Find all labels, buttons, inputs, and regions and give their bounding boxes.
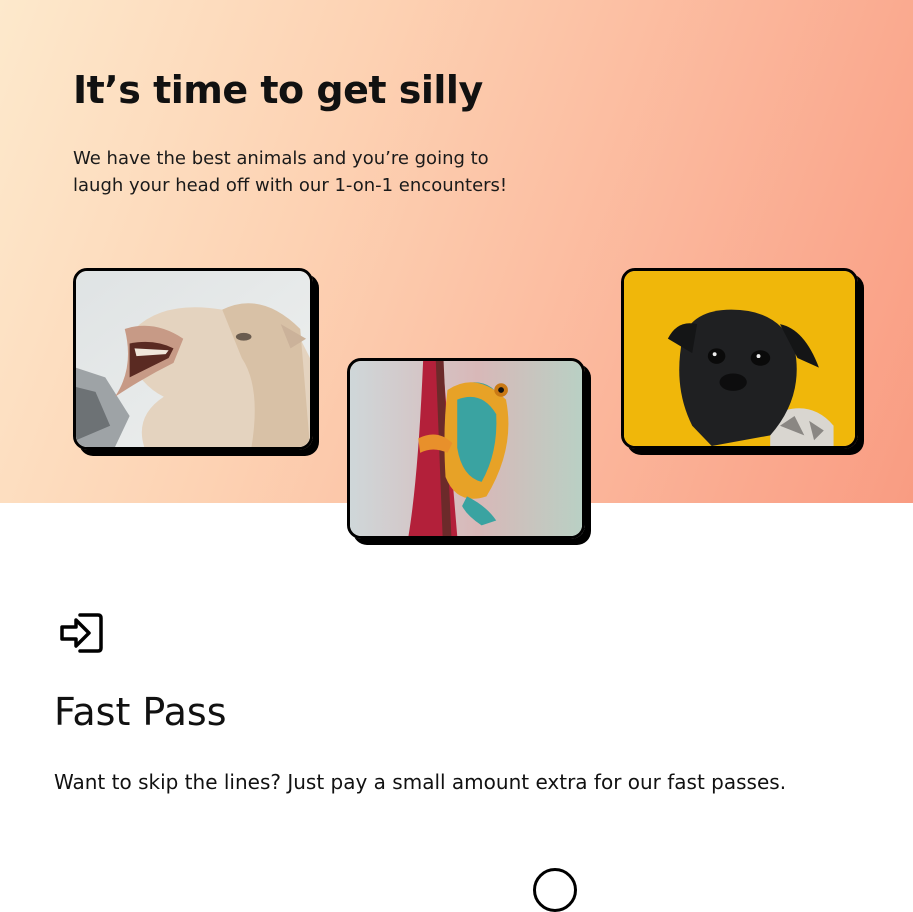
fast-pass-description: Want to skip the lines? Just pay a small… bbox=[54, 770, 787, 794]
tree-frog-photo bbox=[350, 361, 582, 536]
fast-pass-title: Fast Pass bbox=[54, 690, 227, 734]
circle-icon bbox=[533, 868, 577, 912]
pug-image-card bbox=[621, 268, 858, 449]
hero-description: We have the best animals and you’re goin… bbox=[73, 148, 508, 196]
login-arrow-icon bbox=[60, 613, 103, 653]
hero-title: It’s time to get silly bbox=[73, 68, 483, 112]
horse-image-card bbox=[73, 268, 313, 450]
pug-photo bbox=[624, 271, 855, 446]
frog-image-card bbox=[347, 358, 585, 539]
laughing-horse-photo bbox=[76, 271, 310, 447]
